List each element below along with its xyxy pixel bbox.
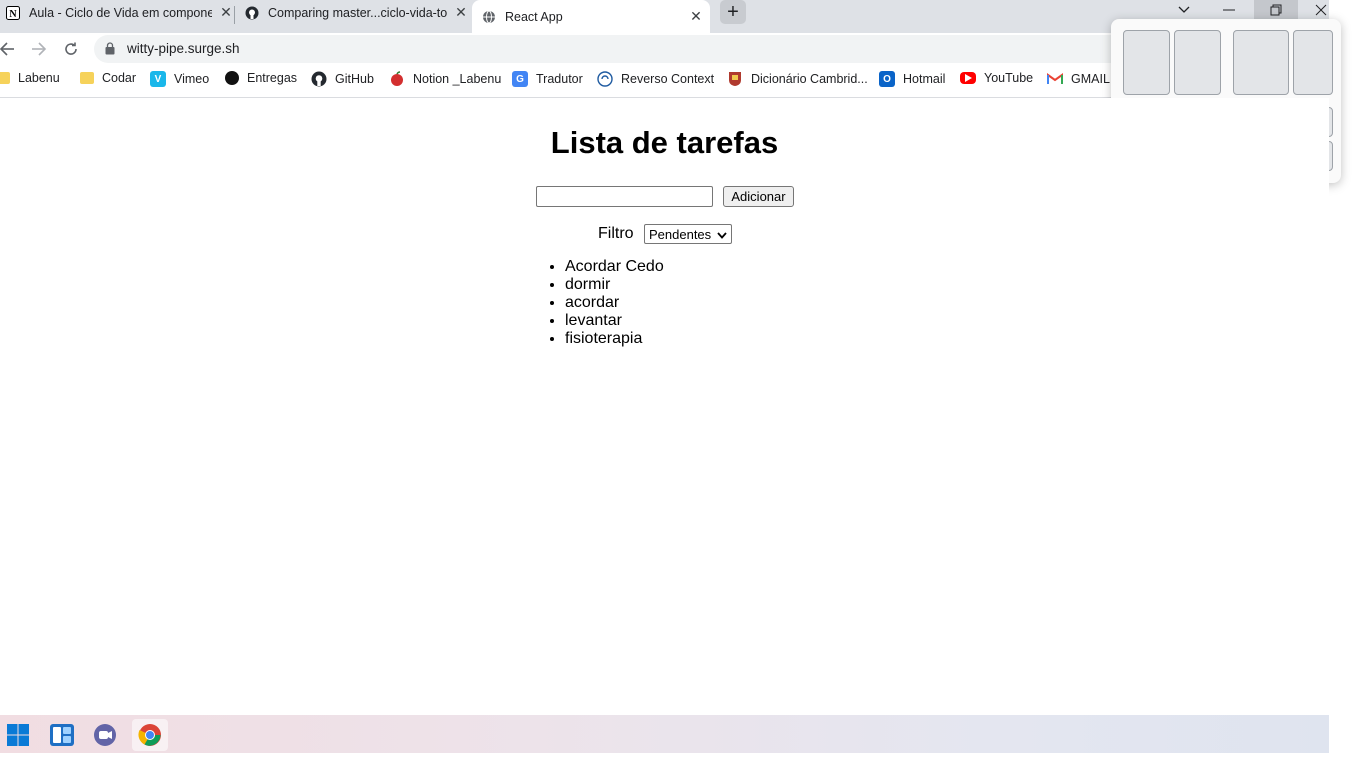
back-icon[interactable]: [0, 38, 18, 60]
bookmark-label: Tradutor: [536, 72, 583, 86]
chrome-icon[interactable]: [138, 723, 162, 747]
close-tab-icon[interactable]: ✕: [453, 4, 469, 21]
close-window-icon[interactable]: [1308, 0, 1334, 20]
page-content: Lista de tarefas Adicionar Filtro Penden…: [0, 98, 1329, 715]
snap-zone[interactable]: [1123, 30, 1170, 95]
github-icon: [311, 71, 327, 87]
reload-icon[interactable]: [60, 38, 82, 60]
tab-title: Aula - Ciclo de Vida em componentes: [29, 5, 212, 20]
tab-separator: [234, 6, 235, 24]
translate-icon: G: [512, 71, 528, 87]
snap-zone[interactable]: [1233, 30, 1289, 95]
circle-icon: [225, 71, 239, 85]
globe-icon: [482, 10, 496, 24]
notion-icon: N: [6, 5, 20, 20]
vimeo-icon: V: [150, 71, 166, 87]
bookmark-tradutor[interactable]: G Tradutor: [512, 71, 583, 87]
apple-icon: [389, 71, 405, 87]
snap-zone[interactable]: [1293, 30, 1333, 95]
bookmark-label: GMAIL: [1071, 72, 1110, 86]
bookmark-gmail[interactable]: GMAIL: [1047, 71, 1110, 87]
bookmark-reverso-context[interactable]: Reverso Context: [597, 71, 714, 87]
filter-label: Filtro: [598, 225, 634, 242]
filter-select[interactable]: Pendentes: [644, 224, 732, 244]
task-item: dormir: [565, 276, 664, 294]
widgets-icon[interactable]: [50, 723, 74, 747]
new-tab-button[interactable]: +: [720, 0, 746, 24]
taskbar: [0, 715, 1329, 753]
task-list: Acordar Cedo dormir acordar levantar fis…: [525, 258, 664, 348]
lock-icon: [105, 42, 115, 55]
bookmark-label: GitHub: [335, 72, 374, 86]
bookmark-vimeo[interactable]: V Vimeo: [150, 71, 209, 87]
tab-react-app[interactable]: React App ✕: [472, 0, 710, 33]
tab-comparing-master[interactable]: Comparing master...ciclo-vida-torre ✕: [241, 0, 469, 25]
github-icon: [245, 6, 259, 20]
close-tab-icon[interactable]: ✕: [218, 4, 234, 21]
bookmark-notion-labenu[interactable]: Notion _Labenu: [389, 71, 501, 87]
bookmark-label: Notion _Labenu: [413, 72, 502, 86]
outlook-icon: O: [879, 71, 895, 87]
teams-chat-icon[interactable]: [93, 723, 117, 747]
tab-title: React App: [505, 9, 563, 24]
add-task-button[interactable]: Adicionar: [723, 186, 794, 207]
task-item: fisioterapia: [565, 330, 664, 348]
svg-text:N: N: [9, 9, 17, 20]
tab-search-chevron-icon[interactable]: [1174, 0, 1194, 20]
bookmark-entregas[interactable]: Entregas: [225, 71, 297, 85]
reverso-icon: [597, 71, 613, 87]
close-tab-icon[interactable]: ✕: [688, 8, 704, 25]
bookmark-youtube[interactable]: YouTube: [960, 71, 1033, 85]
bookmark-label: YouTube: [984, 71, 1034, 85]
bookmark-codar[interactable]: Codar: [80, 71, 136, 85]
bookmark-github[interactable]: GitHub: [311, 71, 374, 87]
task-item: Acordar Cedo: [565, 258, 664, 276]
bookmark-label: Vimeo: [174, 72, 210, 86]
filter-selected-value: Pendentes: [649, 226, 712, 242]
windows-start-icon[interactable]: [6, 723, 30, 747]
bookmark-label: Codar: [102, 71, 137, 85]
youtube-icon: [960, 72, 976, 84]
bookmark-label: Labenu: [18, 71, 60, 85]
snap-zone[interactable]: [1174, 30, 1221, 95]
bookmark-label: Entregas: [247, 71, 298, 85]
folder-icon: [80, 72, 94, 84]
task-item: levantar: [565, 312, 664, 330]
bookmark-label: Dicionário Cambrid...: [751, 72, 868, 86]
minimize-icon[interactable]: [1214, 0, 1244, 20]
bookmark-label: Hotmail: [903, 72, 946, 86]
task-input[interactable]: [536, 186, 713, 207]
bookmark-hotmail[interactable]: O Hotmail: [879, 71, 945, 87]
url-text: witty-pipe.surge.sh: [127, 41, 240, 56]
forward-icon[interactable]: [28, 38, 50, 60]
chevron-down-icon: [717, 227, 727, 242]
bookmark-labenu[interactable]: Labenu: [0, 71, 60, 85]
tab-title: Comparing master...ciclo-vida-torre: [268, 5, 447, 20]
restore-icon[interactable]: [1254, 0, 1298, 20]
folder-icon: [0, 72, 10, 84]
bookmark-dicionario-cambridge[interactable]: Dicionário Cambrid...: [727, 71, 868, 87]
page-title: Lista de tarefas: [550, 125, 779, 160]
task-item: acordar: [565, 294, 664, 312]
tab-aula-ciclo-de-vida[interactable]: N Aula - Ciclo de Vida em componentes ✕: [0, 0, 234, 25]
gmail-icon: [1047, 71, 1063, 87]
address-bar[interactable]: witty-pipe.surge.sh: [94, 35, 1144, 63]
cambridge-icon: [727, 71, 743, 87]
bookmark-label: Reverso Context: [621, 72, 715, 86]
